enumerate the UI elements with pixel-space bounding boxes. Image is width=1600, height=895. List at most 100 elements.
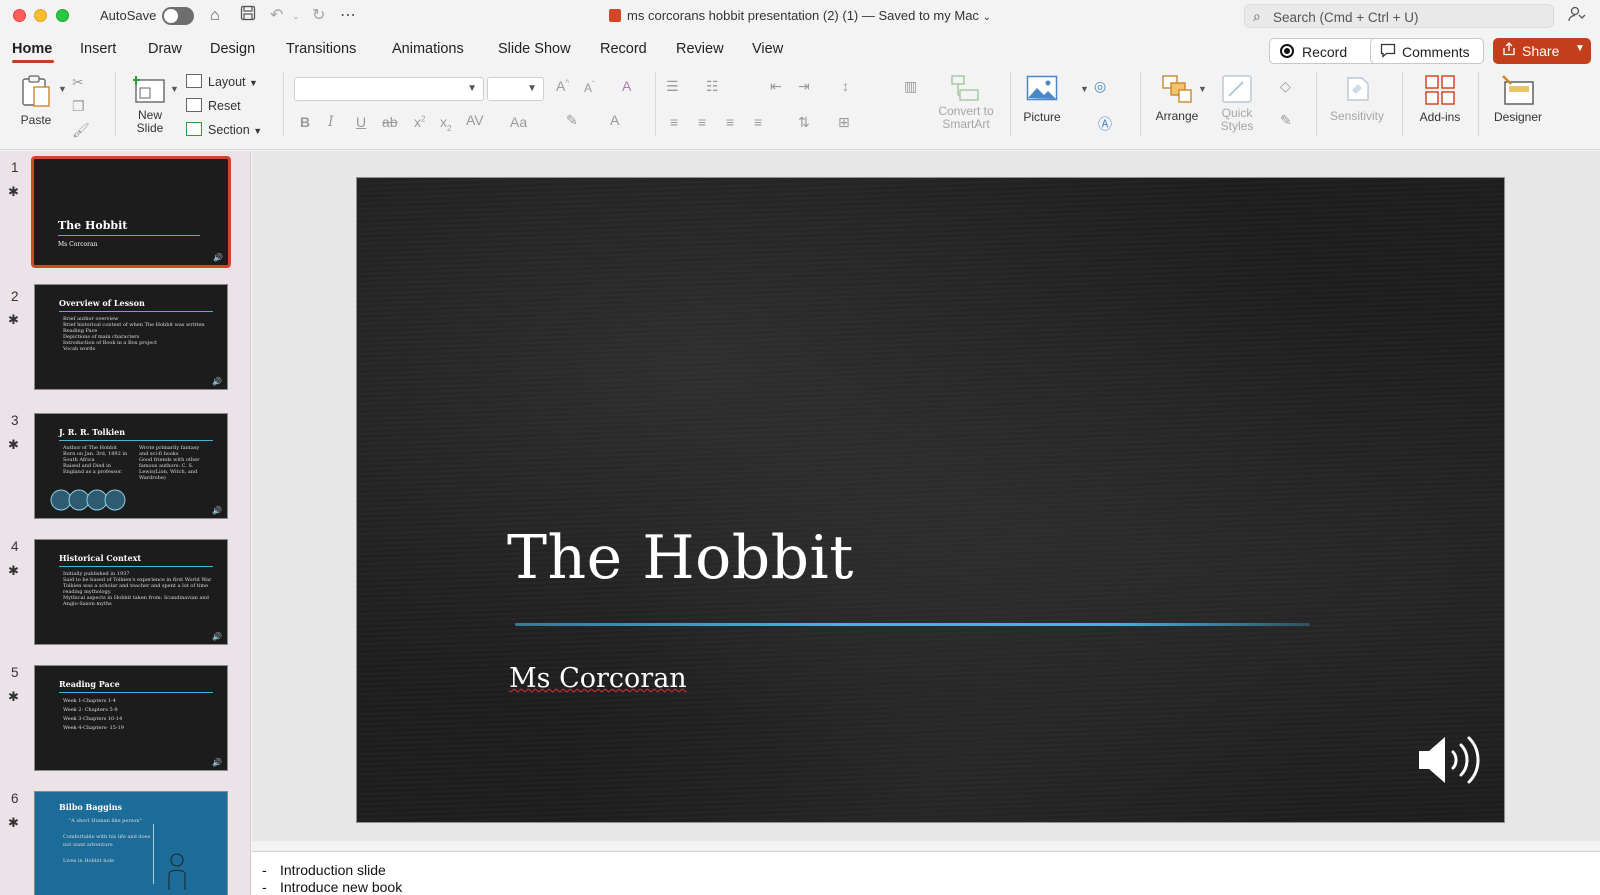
new-slide-chevron-down-icon[interactable]: ▼ — [170, 84, 179, 94]
comments-button[interactable]: Comments — [1370, 38, 1484, 64]
quick-styles-button[interactable]: Quick Styles — [1212, 74, 1262, 133]
align-text-icon[interactable]: ⊞ — [838, 114, 850, 131]
layout-chevron-down-icon: ▼ — [249, 78, 258, 88]
paste-icon — [22, 75, 50, 107]
speaker-icon: 🔊 — [212, 506, 222, 515]
justify-icon[interactable]: ≡ — [754, 114, 762, 130]
increase-font-size-icon[interactable]: A^ — [556, 78, 569, 94]
sensitivity-button[interactable]: Sensitivity — [1326, 74, 1388, 123]
account-icon[interactable] — [1568, 6, 1586, 26]
tab-insert[interactable]: Insert — [80, 41, 116, 57]
align-center-icon[interactable]: ≡ — [698, 114, 706, 130]
slide-thumbnail-4[interactable]: Historical Context Initially published i… — [34, 539, 228, 645]
reset-button[interactable]: Reset — [186, 98, 241, 113]
tab-animations[interactable]: Animations — [392, 41, 464, 57]
shape-fill-icon[interactable]: ◇ — [1280, 78, 1291, 95]
arrange-button[interactable]: Arrange — [1152, 74, 1202, 123]
autosave-toggle[interactable] — [162, 7, 194, 25]
align-right-icon[interactable]: ≡ — [726, 114, 734, 130]
paste-chevron-down-icon[interactable]: ▼ — [58, 84, 67, 94]
decrease-indent-icon[interactable]: ⇤ — [770, 78, 782, 95]
numbering-icon[interactable]: ☷ — [706, 78, 719, 95]
designer-button[interactable]: Designer — [1488, 74, 1548, 124]
decrease-font-size-icon[interactable]: Aˇ — [584, 80, 595, 95]
highlight-icon[interactable]: ✎ — [566, 112, 578, 129]
font-color-icon[interactable]: A — [610, 112, 619, 128]
copy-icon[interactable]: ❐ — [72, 98, 85, 115]
section-button[interactable]: Section ▼ — [186, 122, 262, 137]
superscript-icon[interactable]: x2 — [414, 114, 425, 130]
thumb-title-rule — [59, 692, 213, 693]
convert-smartart-button[interactable]: Convert to SmartArt — [936, 74, 996, 131]
new-slide-button[interactable]: New Slide — [128, 74, 172, 135]
slide-thumbnail-6[interactable]: Bilbo Baggins "A short Human like person… — [34, 791, 228, 895]
thumb-body: Initially published in 1937 Said to be b… — [63, 571, 213, 607]
picture-chevron-down-icon[interactable]: ▼ — [1080, 84, 1089, 94]
share-chevron-down-icon[interactable]: ▼ — [1575, 43, 1585, 54]
line-spacing-icon[interactable]: ↕ — [842, 78, 849, 94]
record-button[interactable]: Record — [1269, 38, 1381, 64]
columns-icon[interactable]: ▥ — [904, 78, 917, 95]
subscript-icon[interactable]: x2 — [440, 114, 451, 133]
text-box-icon[interactable]: Ⓐ — [1098, 114, 1112, 134]
tab-design[interactable]: Design — [210, 41, 255, 57]
audio-speaker-icon[interactable] — [1417, 733, 1481, 787]
increase-indent-icon[interactable]: ⇥ — [798, 78, 810, 95]
speaker-notes[interactable]: - Introduction slide - Introduce new book — [252, 851, 1600, 895]
paste-button[interactable]: Paste — [12, 74, 60, 127]
text-direction-icon[interactable]: ⇅ — [798, 114, 810, 131]
tab-review[interactable]: Review — [676, 41, 724, 57]
slide-thumbnail-5[interactable]: Reading Pace Week 1-Chapters 1-4 Week 2-… — [34, 665, 228, 771]
tab-draw[interactable]: Draw — [148, 41, 182, 57]
change-case-icon[interactable]: Aa — [510, 114, 527, 130]
slide-number: 2 — [11, 289, 19, 304]
character-spacing-icon[interactable]: AV — [466, 112, 484, 128]
share-icon — [1502, 42, 1516, 59]
align-left-icon[interactable]: ≡ — [670, 114, 678, 130]
tab-view[interactable]: View — [752, 41, 783, 57]
current-slide[interactable]: The Hobbit Ms Corcoran — [357, 178, 1504, 822]
title-chevron-down-icon[interactable]: ⌄ — [983, 12, 991, 23]
bold-icon[interactable]: B — [300, 114, 310, 130]
undo-dropdown-chevron-icon[interactable]: ⌄ — [292, 5, 300, 27]
share-button[interactable]: Share ▼ — [1493, 38, 1591, 64]
tab-home[interactable]: Home — [12, 41, 52, 57]
tab-record[interactable]: Record — [600, 41, 647, 57]
font-family-select[interactable]: ▼ — [294, 77, 484, 101]
more-options-icon[interactable]: ⋯ — [340, 5, 356, 27]
tab-transitions[interactable]: Transitions — [286, 41, 356, 57]
format-painter-icon[interactable]: 🖌 — [72, 122, 90, 139]
addins-button[interactable]: Add-ins — [1412, 74, 1468, 124]
thumb-column-2: Wrote primarily fantasy and sci-fi books… — [139, 445, 209, 481]
designer-icon — [1502, 75, 1534, 105]
clear-formatting-icon[interactable]: A — [622, 78, 631, 94]
shape-outline-icon[interactable]: ✎ — [1280, 112, 1292, 129]
document-name[interactable]: ms corcorans hobbit presentation (2) (1) — [627, 8, 858, 23]
tab-slide-show[interactable]: Slide Show — [498, 41, 571, 57]
save-icon[interactable] — [240, 5, 256, 28]
italic-icon[interactable]: I — [328, 114, 334, 130]
cut-icon[interactable]: ✂ — [72, 74, 84, 91]
slide-thumbnail-3[interactable]: J. R. R. Tolkien Author of The Hobbit Bo… — [34, 413, 228, 519]
ribbon-divider — [1478, 72, 1479, 136]
slide-thumbnail-1[interactable]: The Hobbit Ms Corcoran 🔊 — [31, 156, 231, 268]
home-icon[interactable]: ⌂ — [210, 5, 220, 27]
font-size-select[interactable]: ▼ — [487, 77, 544, 101]
shapes-icon[interactable]: ◎ — [1094, 78, 1106, 95]
search-box[interactable]: ⌕ Search (Cmd + Ctrl + U) — [1244, 4, 1554, 28]
slide-thumbnail-2[interactable]: Overview of Lesson Brief author overview… — [34, 284, 228, 390]
close-window-button[interactable] — [13, 9, 26, 22]
undo-icon[interactable]: ↶ — [270, 5, 283, 27]
bullets-icon[interactable]: ☰ — [666, 78, 679, 95]
slide-subtitle[interactable]: Ms Corcoran — [509, 663, 687, 694]
redo-icon[interactable]: ↻ — [312, 5, 325, 27]
slide-title[interactable]: The Hobbit — [507, 523, 854, 593]
arrange-chevron-down-icon[interactable]: ▼ — [1198, 84, 1207, 94]
layout-button[interactable]: Layout ▼ — [186, 74, 258, 89]
strikethrough-icon[interactable]: ab — [382, 114, 398, 130]
zoom-window-button[interactable] — [56, 9, 69, 22]
underline-icon[interactable]: U — [356, 114, 366, 130]
minimize-window-button[interactable] — [34, 9, 47, 22]
picture-button[interactable]: Picture — [1020, 74, 1064, 124]
sensitivity-label: Sensitivity — [1329, 109, 1385, 123]
